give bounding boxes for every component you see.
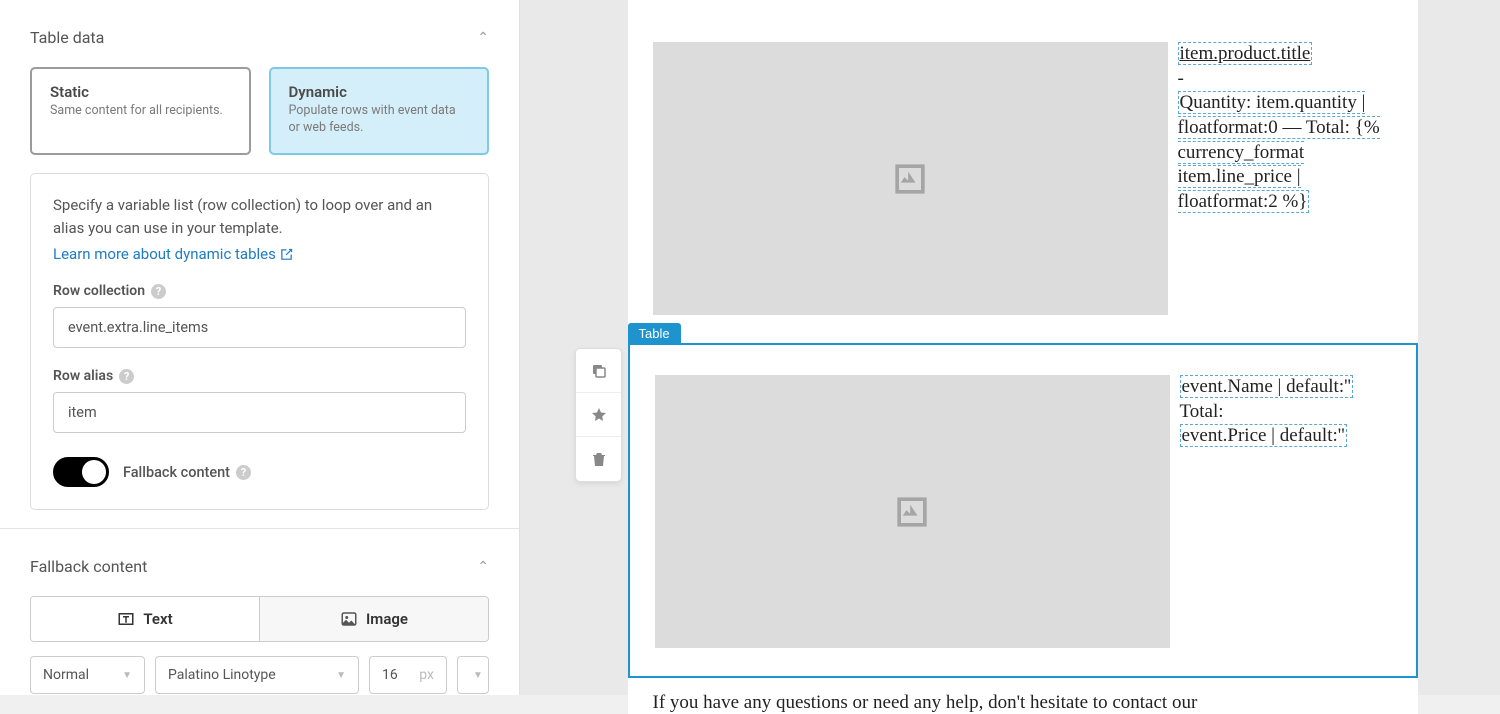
static-option-card[interactable]: Static Same content for all recipients. [30,67,251,155]
broken-image-icon [888,157,932,201]
duplicate-icon [591,363,607,379]
fallback-section-header[interactable]: Fallback content ⌃ [0,529,519,596]
product-row[interactable]: item.product.title - Quantity: item.quan… [628,0,1418,315]
block-action-toolbar [575,348,622,482]
product-title-var: item.product.title [1178,42,1313,65]
instruction-text: Specify a variable list (row collection)… [53,194,466,241]
fallback-text-button[interactable]: Text [31,597,260,641]
dynamic-desc: Populate rows with event data or web fee… [289,103,470,137]
email-content: item.product.title - Quantity: item.quan… [628,0,1418,714]
text-btn-label: Text [143,610,172,628]
size-unit: px [419,667,434,683]
selected-table-block[interactable]: Table event.Name | default:'' Total: eve… [628,343,1418,678]
product-row: event.Name | default:'' Total: event.Pri… [655,375,1391,648]
learn-more-link[interactable]: Learn more about dynamic tables [53,245,293,263]
block-type-label: Table [628,323,681,344]
fallback-toggle[interactable] [53,457,109,487]
product-text[interactable]: item.product.title - Quantity: item.quan… [1178,42,1393,215]
style-value: Normal [43,667,89,683]
help-icon[interactable]: ? [236,465,251,480]
font-size-stepper[interactable]: ▼ [457,656,489,694]
trash-icon [591,451,607,467]
footer-paragraph[interactable]: If you have any questions or need any he… [628,678,1418,714]
total-label: Total: [1180,401,1224,422]
product-text[interactable]: event.Name | default:'' Total: event.Pri… [1180,375,1391,449]
learn-more-text: Learn more about dynamic tables [53,245,276,263]
dynamic-option-card[interactable]: Dynamic Populate rows with event data or… [269,67,490,155]
font-value: Palatino Linotype [168,667,276,683]
star-icon [591,407,607,423]
quantity-label: Quantity: [1180,92,1252,113]
broken-image-icon [890,490,934,534]
fallback-toggle-row: Fallback content ? [53,457,466,487]
favorite-button[interactable] [576,393,621,437]
row-alias-field: Row alias ? [53,368,466,433]
static-desc: Same content for all recipients. [50,103,231,120]
row-collection-label: Row collection [53,283,145,299]
help-icon[interactable]: ? [119,369,134,384]
size-value: 16 [382,667,398,683]
text-format-bar: Normal ▼ Palatino Linotype ▼ 16 px ▼ [0,656,519,694]
image-placeholder[interactable] [653,42,1168,315]
quantity-block: Quantity: item.quantity | floatformat:0 … [1178,91,1380,213]
static-title: Static [50,83,231,101]
chevron-up-icon: ⌃ [477,559,489,575]
image-btn-label: Image [366,610,408,628]
event-name-var: event.Name | default:'' [1180,375,1353,398]
duplicate-button[interactable] [576,349,621,393]
caret-down-icon: ▼ [473,670,483,681]
table-data-section-header[interactable]: Table data ⌃ [0,0,519,67]
paragraph-style-select[interactable]: Normal ▼ [30,656,145,694]
row-collection-field: Row collection ? [53,283,466,348]
dynamic-config-box: Specify a variable list (row collection)… [30,173,489,511]
data-mode-options: Static Same content for all recipients. … [0,67,519,173]
fallback-toggle-label: Fallback content [123,464,230,481]
row-alias-label: Row alias [53,368,113,384]
separator: - [1178,68,1184,89]
fallback-image-button[interactable]: Image [260,597,488,641]
delete-button[interactable] [576,437,621,481]
fallback-type-toggle: Text Image [30,596,489,642]
section-title: Fallback content [30,557,147,576]
event-price-var: event.Price | default:'' [1180,424,1347,447]
chevron-up-icon: ⌃ [477,30,489,46]
total-sep: — Total: [1278,117,1355,138]
section-title: Table data [30,28,104,47]
dynamic-title: Dynamic [289,83,470,101]
caret-down-icon: ▼ [122,670,132,681]
font-size-input[interactable]: 16 px [369,656,447,694]
properties-sidebar: Table data ⌃ Static Same content for all… [0,0,520,695]
row-alias-input[interactable] [53,392,466,433]
image-placeholder[interactable] [655,375,1170,648]
row-collection-input[interactable] [53,307,466,348]
caret-down-icon: ▼ [336,670,346,681]
font-family-select[interactable]: Palatino Linotype ▼ [155,656,359,694]
image-icon [340,610,358,628]
external-link-icon [280,248,293,261]
help-icon[interactable]: ? [151,284,166,299]
email-canvas-area: item.product.title - Quantity: item.quan… [520,0,1500,695]
text-icon [117,610,135,628]
toggle-knob [82,460,106,484]
